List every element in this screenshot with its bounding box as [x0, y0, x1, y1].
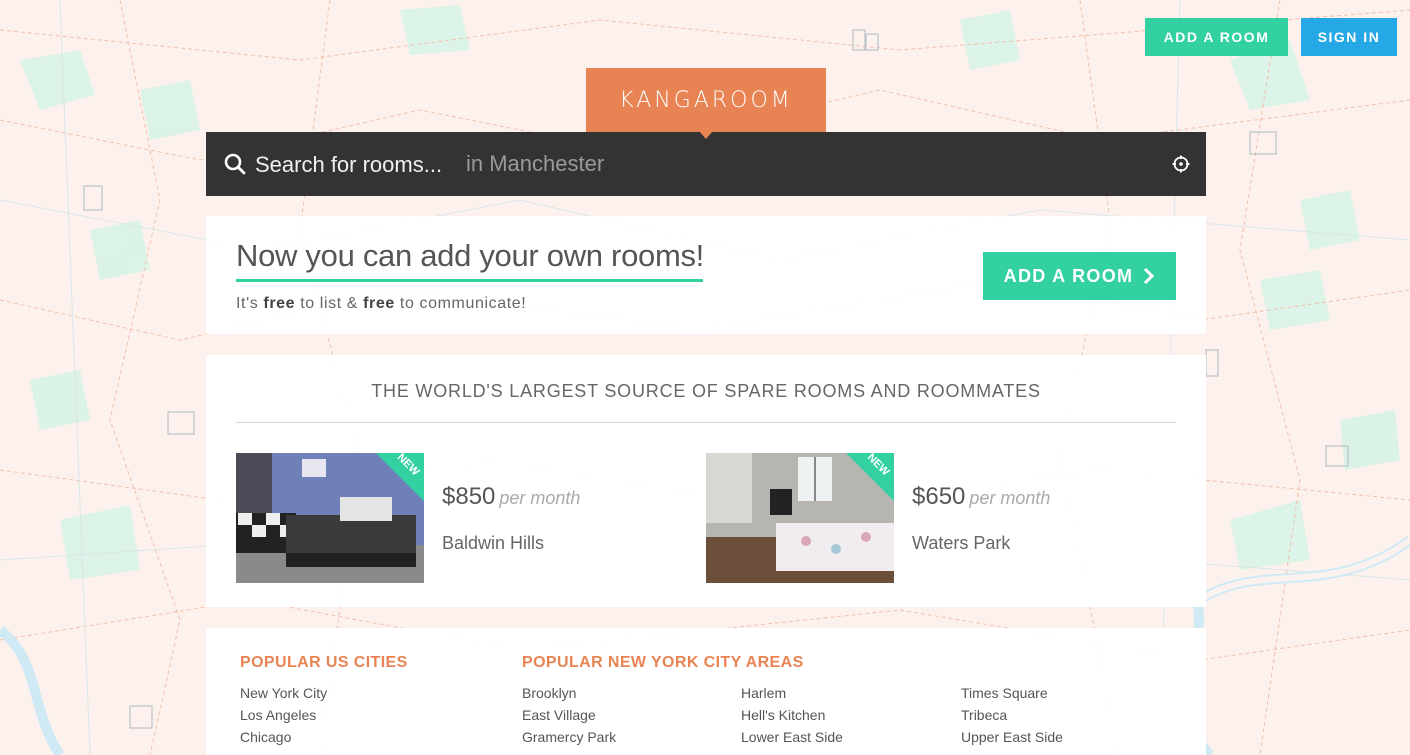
- area-link[interactable]: Gramercy Park: [522, 726, 616, 748]
- search-icon[interactable]: [224, 153, 246, 175]
- listing-photo[interactable]: NEW: [236, 453, 424, 583]
- header-add-room-button[interactable]: ADD A ROOM: [1145, 18, 1288, 56]
- listing-photo[interactable]: NEW: [706, 453, 894, 583]
- price-period: per month: [969, 488, 1051, 508]
- search-input[interactable]: [255, 148, 451, 182]
- promo-sub-part: to list &: [295, 295, 364, 312]
- chevron-right-icon: [1144, 267, 1155, 285]
- nyc-areas-list-2: Harlem Hell's Kitchen Lower East Side: [741, 682, 843, 748]
- listing-area: Baldwin Hills: [442, 533, 545, 553]
- price-period: per month: [499, 488, 581, 508]
- promo-subtitle: It's free to list & free to communicate!: [236, 295, 526, 313]
- promo-sub-part: to communicate!: [394, 295, 527, 312]
- city-link[interactable]: New York City: [240, 682, 327, 704]
- popular-us-cities-heading: POPULAR US CITIES: [240, 654, 408, 671]
- promo-sub-free: free: [263, 295, 296, 312]
- promo-add-room-label: ADD A ROOM: [1003, 265, 1134, 286]
- area-link[interactable]: Brooklyn: [522, 682, 616, 704]
- nyc-areas-list-3: Times Square Tribeca Upper East Side: [961, 682, 1063, 748]
- promo-underline: [236, 279, 703, 282]
- city-link[interactable]: Chicago: [240, 726, 327, 748]
- listing-card[interactable]: NEW $850 per month Baldwin Hills: [236, 453, 676, 583]
- us-cities-list: New York City Los Angeles Chicago: [240, 682, 327, 748]
- area-link[interactable]: Tribeca: [961, 704, 1063, 726]
- listing-price: $850 per month: [442, 483, 580, 511]
- listings-heading: THE WORLD'S LARGEST SOURCE OF SPARE ROOM…: [371, 381, 1041, 401]
- listing-price: $650 per month: [912, 483, 1050, 511]
- listing-card[interactable]: NEW $650 per month Waters Park: [706, 453, 1146, 583]
- nyc-areas-list-1: Brooklyn East Village Gramercy Park: [522, 682, 616, 748]
- promo-add-room-button[interactable]: ADD A ROOM: [983, 252, 1176, 300]
- locate-icon[interactable]: [1172, 155, 1190, 173]
- popular-nyc-areas-heading: POPULAR NEW YORK CITY AREAS: [522, 654, 804, 671]
- price-amount: $650: [912, 483, 966, 510]
- promo-sub-part: It's: [236, 295, 264, 312]
- area-link[interactable]: Lower East Side: [741, 726, 843, 748]
- sign-in-button[interactable]: SIGN IN: [1301, 18, 1397, 56]
- area-link[interactable]: Harlem: [741, 682, 843, 704]
- area-link[interactable]: East Village: [522, 704, 616, 726]
- price-amount: $850: [442, 483, 496, 510]
- search-location[interactable]: in Manchester: [466, 151, 604, 177]
- kangaroom-logo[interactable]: KANGAROOM: [586, 68, 826, 132]
- area-link[interactable]: Times Square: [961, 682, 1063, 704]
- promo-sub-free: free: [363, 295, 395, 312]
- city-link[interactable]: Los Angeles: [240, 704, 327, 726]
- area-link[interactable]: Upper East Side: [961, 726, 1063, 748]
- area-link[interactable]: Hell's Kitchen: [741, 704, 843, 726]
- logo-notch: [699, 131, 713, 139]
- promo-title: Now you can add your own rooms!: [236, 238, 704, 273]
- divider: [236, 422, 1176, 423]
- listing-area: Waters Park: [912, 533, 1011, 553]
